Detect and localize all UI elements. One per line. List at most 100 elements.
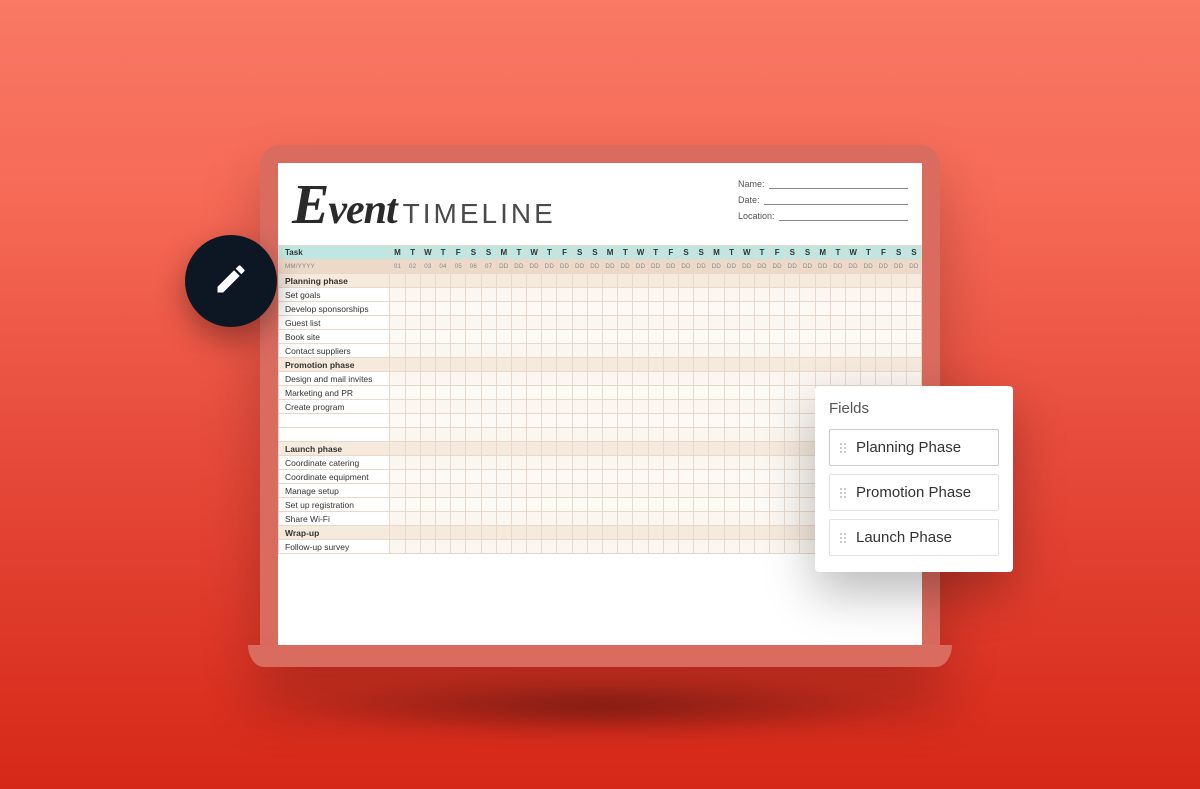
meta-name-line[interactable] bbox=[769, 180, 908, 189]
day-cell[interactable] bbox=[633, 540, 648, 554]
day-cell[interactable] bbox=[587, 484, 602, 498]
day-cell[interactable] bbox=[420, 330, 435, 344]
day-cell[interactable] bbox=[557, 330, 572, 344]
day-cell[interactable] bbox=[861, 316, 876, 330]
day-cell[interactable] bbox=[603, 372, 618, 386]
day-cell[interactable] bbox=[587, 526, 602, 540]
day-cell[interactable] bbox=[572, 512, 587, 526]
day-cell[interactable] bbox=[770, 428, 785, 442]
day-cell[interactable] bbox=[724, 358, 739, 372]
day-cell[interactable] bbox=[678, 386, 693, 400]
day-cell[interactable] bbox=[435, 484, 450, 498]
day-cell[interactable] bbox=[678, 484, 693, 498]
day-cell[interactable] bbox=[785, 498, 800, 512]
day-cell[interactable] bbox=[466, 470, 481, 484]
field-item[interactable]: Planning Phase bbox=[829, 429, 999, 466]
day-cell[interactable] bbox=[648, 442, 663, 456]
day-cell[interactable] bbox=[709, 498, 724, 512]
day-cell[interactable] bbox=[785, 302, 800, 316]
day-cell[interactable] bbox=[800, 302, 815, 316]
day-cell[interactable] bbox=[572, 288, 587, 302]
day-cell[interactable] bbox=[405, 456, 420, 470]
day-cell[interactable] bbox=[678, 414, 693, 428]
day-cell[interactable] bbox=[511, 456, 526, 470]
day-cell[interactable] bbox=[603, 344, 618, 358]
day-cell[interactable] bbox=[785, 512, 800, 526]
day-cell[interactable] bbox=[754, 456, 769, 470]
day-cell[interactable] bbox=[603, 526, 618, 540]
day-cell[interactable] bbox=[527, 484, 542, 498]
day-cell[interactable] bbox=[511, 400, 526, 414]
day-cell[interactable] bbox=[527, 330, 542, 344]
day-cell[interactable] bbox=[466, 512, 481, 526]
day-cell[interactable] bbox=[846, 372, 861, 386]
day-cell[interactable] bbox=[511, 302, 526, 316]
day-cell[interactable] bbox=[466, 372, 481, 386]
day-cell[interactable] bbox=[633, 428, 648, 442]
day-cell[interactable] bbox=[678, 358, 693, 372]
day-cell[interactable] bbox=[785, 540, 800, 554]
day-cell[interactable] bbox=[618, 414, 633, 428]
day-cell[interactable] bbox=[527, 316, 542, 330]
day-cell[interactable] bbox=[754, 512, 769, 526]
day-cell[interactable] bbox=[435, 512, 450, 526]
day-cell[interactable] bbox=[754, 302, 769, 316]
day-cell[interactable] bbox=[678, 498, 693, 512]
day-cell[interactable] bbox=[511, 428, 526, 442]
day-cell[interactable] bbox=[633, 372, 648, 386]
day-cell[interactable] bbox=[435, 540, 450, 554]
day-cell[interactable] bbox=[724, 512, 739, 526]
day-cell[interactable] bbox=[724, 372, 739, 386]
day-cell[interactable] bbox=[906, 316, 921, 330]
day-cell[interactable] bbox=[587, 302, 602, 316]
day-cell[interactable] bbox=[724, 442, 739, 456]
day-cell[interactable] bbox=[496, 456, 511, 470]
day-cell[interactable] bbox=[785, 428, 800, 442]
day-cell[interactable] bbox=[709, 442, 724, 456]
day-cell[interactable] bbox=[754, 442, 769, 456]
day-cell[interactable] bbox=[709, 428, 724, 442]
day-cell[interactable] bbox=[678, 526, 693, 540]
day-cell[interactable] bbox=[663, 414, 678, 428]
day-cell[interactable] bbox=[754, 358, 769, 372]
day-cell[interactable] bbox=[466, 400, 481, 414]
day-cell[interactable] bbox=[770, 288, 785, 302]
day-cell[interactable] bbox=[420, 512, 435, 526]
day-cell[interactable] bbox=[420, 428, 435, 442]
day-cell[interactable] bbox=[435, 428, 450, 442]
day-cell[interactable] bbox=[587, 372, 602, 386]
day-cell[interactable] bbox=[496, 358, 511, 372]
day-cell[interactable] bbox=[678, 456, 693, 470]
day-cell[interactable] bbox=[633, 442, 648, 456]
day-cell[interactable] bbox=[694, 358, 709, 372]
day-cell[interactable] bbox=[542, 428, 557, 442]
day-cell[interactable] bbox=[572, 414, 587, 428]
day-cell[interactable] bbox=[603, 512, 618, 526]
day-cell[interactable] bbox=[663, 442, 678, 456]
day-cell[interactable] bbox=[466, 302, 481, 316]
day-cell[interactable] bbox=[481, 470, 496, 484]
day-cell[interactable] bbox=[663, 330, 678, 344]
day-cell[interactable] bbox=[891, 358, 906, 372]
day-cell[interactable] bbox=[390, 442, 405, 456]
day-cell[interactable] bbox=[633, 484, 648, 498]
day-cell[interactable] bbox=[724, 330, 739, 344]
day-cell[interactable] bbox=[739, 386, 754, 400]
day-cell[interactable] bbox=[846, 288, 861, 302]
day-cell[interactable] bbox=[678, 372, 693, 386]
day-cell[interactable] bbox=[648, 456, 663, 470]
day-cell[interactable] bbox=[815, 316, 830, 330]
day-cell[interactable] bbox=[390, 330, 405, 344]
day-cell[interactable] bbox=[633, 302, 648, 316]
day-cell[interactable] bbox=[678, 274, 693, 288]
day-cell[interactable] bbox=[557, 498, 572, 512]
day-cell[interactable] bbox=[618, 456, 633, 470]
day-cell[interactable] bbox=[420, 344, 435, 358]
day-cell[interactable] bbox=[451, 456, 466, 470]
day-cell[interactable] bbox=[678, 344, 693, 358]
day-cell[interactable] bbox=[891, 274, 906, 288]
day-cell[interactable] bbox=[435, 344, 450, 358]
day-cell[interactable] bbox=[527, 344, 542, 358]
day-cell[interactable] bbox=[694, 470, 709, 484]
day-cell[interactable] bbox=[435, 372, 450, 386]
